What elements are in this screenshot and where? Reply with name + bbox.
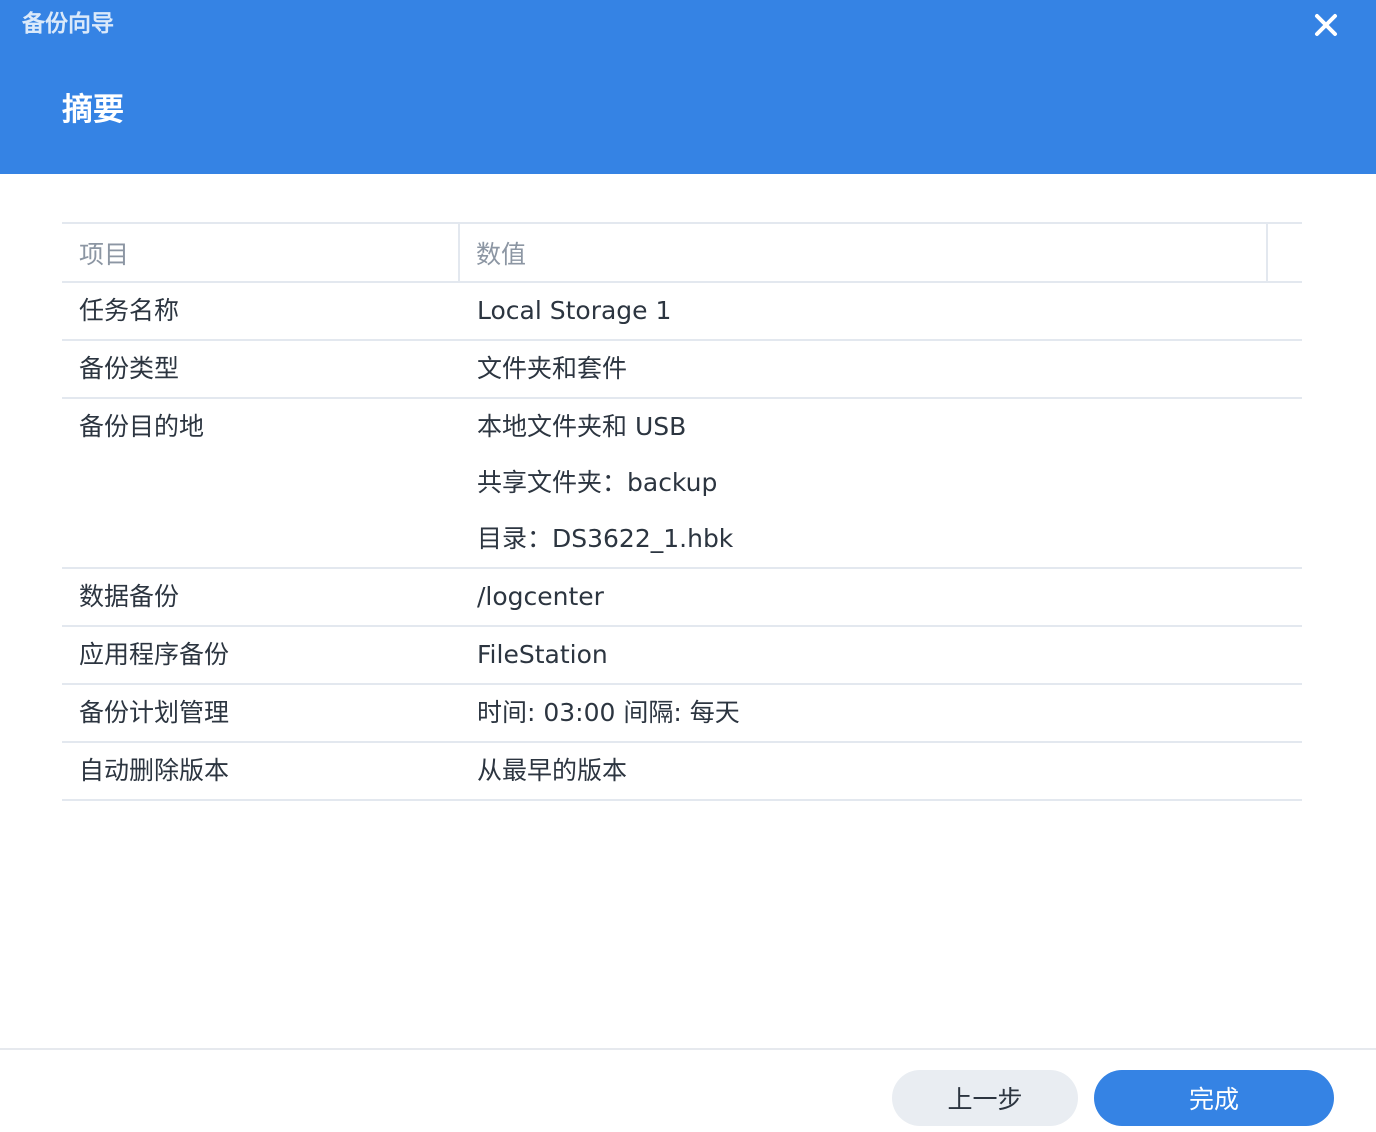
dialog-header: 备份向导 摘要	[0, 0, 1376, 174]
column-header-spacer	[1268, 224, 1302, 281]
row-value: Local Storage 1	[462, 283, 1302, 339]
row-label-text: 自动删除版本	[79, 756, 230, 785]
row-label: 应用程序备份	[62, 627, 462, 683]
close-icon	[1315, 14, 1337, 36]
row-value-text: 共享文件夹：backup	[477, 468, 718, 497]
row-label-text: 备份类型	[79, 354, 180, 383]
table-row: 备份目的地 本地文件夹和 USB 共享文件夹：backup 目录：DS3622_1.h…	[62, 399, 1302, 569]
row-label: 数据备份	[62, 569, 462, 625]
row-label-text: 备份目的地	[79, 412, 205, 441]
backup-wizard-dialog: 备份向导 摘要 项目 数值 任务名称 Local Storage 1 备份类型 文件夹…	[0, 0, 1376, 1132]
row-value-text: 时间: 03:00 间隔: 每天	[477, 698, 740, 727]
row-value-text: FileStation	[477, 640, 608, 669]
row-value: 文件夹和套件	[462, 341, 1302, 397]
row-label-text: 任务名称	[79, 296, 180, 325]
table-row: 应用程序备份 FileStation	[62, 627, 1302, 685]
row-label-text: 应用程序备份	[79, 640, 230, 669]
table-row: 备份计划管理 时间: 03:00 间隔: 每天	[62, 685, 1302, 743]
dialog-footer: 上一步 完成	[0, 1048, 1376, 1132]
row-label: 备份类型	[62, 341, 462, 397]
finish-button[interactable]: 完成	[1094, 1070, 1334, 1126]
table-row: 任务名称 Local Storage 1	[62, 283, 1302, 341]
row-value: /logcenter	[462, 569, 1302, 625]
row-value: FileStation	[462, 627, 1302, 683]
row-label: 备份计划管理	[62, 685, 462, 741]
table-row: 备份类型 文件夹和套件	[62, 341, 1302, 399]
table-body: 任务名称 Local Storage 1 备份类型 文件夹和套件备份目的地 本地文件夹和…	[62, 283, 1302, 801]
table-row: 自动删除版本 从最早的版本	[62, 743, 1302, 801]
page-title: 摘要	[62, 92, 124, 128]
window-title: 备份向导	[22, 11, 114, 37]
column-header-value[interactable]: 数值	[460, 224, 1268, 281]
table-header: 项目 数值	[62, 224, 1302, 283]
row-label: 自动删除版本	[62, 743, 462, 799]
row-value-text: Local Storage 1	[477, 296, 672, 325]
row-value-text: 本地文件夹和 USB	[477, 412, 687, 441]
row-label-text: 备份计划管理	[79, 698, 230, 727]
row-value-text: 文件夹和套件	[477, 354, 628, 383]
row-label-text: 数据备份	[79, 582, 180, 611]
close-button[interactable]	[1306, 6, 1346, 46]
column-header-item[interactable]: 项目	[62, 224, 460, 281]
row-value-text: 目录：DS3622_1.hbk	[477, 524, 734, 553]
summary-table: 项目 数值 任务名称 Local Storage 1 备份类型 文件夹和套件备份目的地…	[62, 222, 1302, 801]
row-value: 从最早的版本	[462, 743, 1302, 799]
row-label: 备份目的地	[62, 399, 462, 567]
row-value-text: 从最早的版本	[477, 756, 628, 785]
row-value: 时间: 03:00 间隔: 每天	[462, 685, 1302, 741]
row-label: 任务名称	[62, 283, 462, 339]
row-value-text: /logcenter	[477, 582, 604, 611]
row-value: 本地文件夹和 USB 共享文件夹：backup 目录：DS3622_1.hbk	[462, 399, 1302, 567]
back-button[interactable]: 上一步	[892, 1070, 1078, 1126]
table-row: 数据备份/logcenter	[62, 569, 1302, 627]
